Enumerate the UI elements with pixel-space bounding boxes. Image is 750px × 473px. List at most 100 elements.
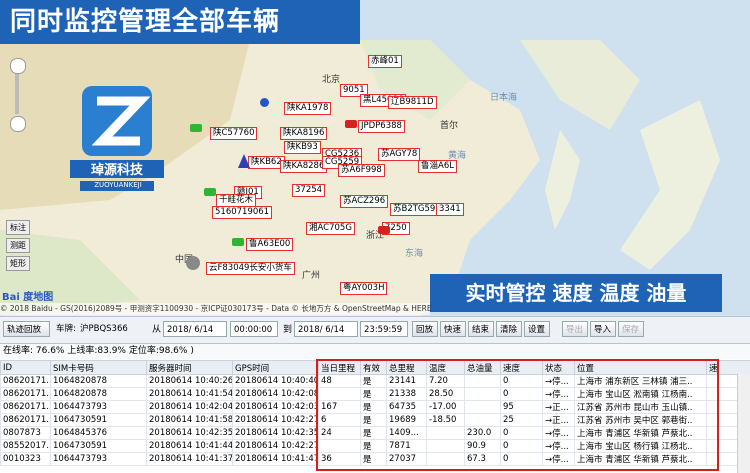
vehicle-label[interactable]: 赤峰01	[368, 55, 402, 68]
vehicle-label[interactable]: 陕KB93	[284, 141, 321, 154]
table-cell	[464, 413, 501, 427]
table-cell: 08620171...	[0, 387, 51, 401]
zoom-in-icon[interactable]	[10, 58, 26, 74]
table-cell: 20180614 10:41:54	[146, 387, 233, 401]
sea-label: 东海	[405, 249, 424, 259]
vehicle-marker-icon[interactable]	[190, 124, 202, 132]
table-cell: 20180614 10:42:08	[232, 387, 319, 401]
column-header[interactable]: 当日里程	[318, 360, 361, 375]
vehicle-label[interactable]: 陕KA8196	[280, 127, 328, 140]
vehicle-label[interactable]: JPDP6388	[358, 120, 405, 133]
table-cell	[426, 452, 465, 466]
column-header[interactable]: 总里程	[386, 360, 427, 375]
vehicle-label[interactable]: 5160719061	[212, 206, 273, 219]
column-header[interactable]: 速度	[500, 360, 543, 375]
table-cell: 1064820878	[50, 374, 147, 388]
table-cell: 20180614 10:42:04	[146, 400, 233, 414]
replay-button[interactable]: 回放	[412, 321, 438, 337]
vehicle-label[interactable]: 湘AC705G	[306, 222, 355, 235]
vehicle-label[interactable]: 鲁淄A6L	[418, 160, 457, 173]
sea-label: 日本海	[490, 93, 518, 103]
table-cell: 7871	[386, 439, 427, 453]
settings-button[interactable]: 设置	[524, 321, 550, 337]
table-cell: 上海市 青浦区 华新镇 芦蔡北..	[574, 426, 707, 440]
table-cell: 江苏省 苏州市 昆山市 玉山镇..	[574, 400, 707, 414]
table-cell: 20180614 10:42:35	[232, 426, 319, 440]
table-cell: 上海市 浦东新区 三林镇 浦三..	[574, 374, 707, 388]
vehicle-label[interactable]: 苏B2TG59	[390, 203, 439, 216]
time-to-input[interactable]: 23:59:59	[360, 321, 408, 337]
table-cell: 08620171...	[0, 400, 51, 414]
vehicle-label[interactable]: 3341	[436, 203, 464, 216]
table-row[interactable]: 0010323 1064473793 20180614 10:41:37 201806…	[0, 452, 750, 466]
table-cell: 20180614 10:42:27	[232, 439, 319, 453]
table-cell: 0	[500, 374, 543, 388]
table-row[interactable]: 08552017... 1064730591 20180614 10:41:44 20…	[0, 439, 750, 453]
export-button[interactable]: 导出	[562, 321, 588, 337]
table-row[interactable]: 08620171... 1064730591 20180614 10:41:58 20…	[0, 413, 750, 427]
table-cell: 是	[360, 374, 387, 388]
clear-button[interactable]: 清除	[496, 321, 522, 337]
import-button[interactable]: 导入	[590, 321, 616, 337]
map-tool-rect-button[interactable]: 矩形	[6, 256, 30, 271]
table-cell: 20180614 10:41:37	[146, 452, 233, 466]
zoom-out-icon[interactable]	[10, 116, 26, 132]
vehicle-marker-icon[interactable]	[345, 120, 357, 128]
vehicle-label[interactable]: 陕KA8286	[280, 160, 328, 173]
column-header[interactable]: 状态	[542, 360, 575, 375]
banner-title: 同时监控管理全部车辆	[0, 0, 360, 44]
column-header[interactable]: GPS时间	[232, 360, 319, 375]
direction-arrow-icon[interactable]	[238, 154, 250, 168]
date-from-input[interactable]: 2018/ 6/14	[163, 321, 227, 337]
vehicle-label[interactable]: 陕C57760	[210, 127, 258, 140]
vehicle-label[interactable]: 苏A6F998	[338, 164, 385, 177]
table-cell: 167	[318, 400, 361, 414]
vehicle-marker-icon[interactable]	[378, 226, 390, 234]
map-attribution: © 2018 Baidu - GS(2016)2089号 - 甲测资字11009…	[0, 303, 432, 315]
map-tool-measure-button[interactable]: 测距	[6, 238, 30, 253]
time-from-input[interactable]: 00:00:00	[230, 321, 278, 337]
column-header[interactable]: SIM卡号码	[50, 360, 147, 375]
table-row[interactable]: 08620171... 1064473793 20180614 10:42:04 20…	[0, 400, 750, 414]
track-replay-button[interactable]: 轨迹回放	[3, 321, 50, 337]
vehicle-label[interactable]: 37254	[292, 184, 326, 197]
column-header[interactable]: 速	[706, 360, 750, 375]
table-row[interactable]: 08620171... 1064820878 20180614 10:41:54 20…	[0, 387, 750, 401]
zoom-control[interactable]	[6, 58, 28, 132]
table-row[interactable]: 0807873 1064845376 20180614 10:42:35 201806…	[0, 426, 750, 440]
table-cell: 20180614 10:41:47	[232, 452, 319, 466]
vehicle-label[interactable]: 陕KA1978	[284, 102, 332, 115]
vehicle-label[interactable]: 苏ACZ296	[340, 195, 389, 208]
vehicle-label[interactable]: 辽B9811D	[388, 96, 437, 109]
table-cell: -18.50	[426, 413, 465, 427]
table-cell: 28.50	[426, 387, 465, 401]
map-tool-mark-button[interactable]: 标注	[6, 220, 30, 235]
column-header[interactable]: 总油量	[464, 360, 501, 375]
column-header[interactable]: 服务器时间	[146, 360, 233, 375]
vehicle-label[interactable]: 苏AGY78	[378, 148, 421, 161]
column-header[interactable]: 温度	[426, 360, 465, 375]
table-row[interactable]: 08620171... 1064820878 20180614 10:40:26 20…	[0, 374, 750, 388]
date-to-input[interactable]: 2018/ 6/14	[294, 321, 358, 337]
vehicle-label[interactable]: 云F83049长安小货车	[206, 262, 295, 275]
zoom-slider[interactable]	[15, 74, 19, 114]
fast-button[interactable]: 快速	[440, 321, 466, 337]
vehicle-marker-icon[interactable]	[204, 188, 216, 196]
column-header[interactable]: 有效	[360, 360, 387, 375]
vehicle-marker-icon[interactable]	[260, 98, 269, 107]
save-button[interactable]: 保存	[618, 321, 644, 337]
table-cell: 24	[318, 426, 361, 440]
map-view[interactable]: 同时监控管理全部车辆 标注 测距 矩形 琸源科技 ZUOYUANKEJI 北京 …	[0, 0, 750, 316]
logo-name: 琸源科技	[90, 163, 143, 178]
vehicle-marker-icon[interactable]	[186, 256, 200, 270]
baidu-logo: Bai 度地图	[2, 292, 54, 303]
vehicle-label[interactable]: 粤AY003H	[340, 282, 388, 295]
table-scrollbar[interactable]	[737, 374, 750, 473]
vehicle-marker-icon[interactable]	[232, 238, 244, 246]
vehicle-label[interactable]: 鲁A63E00	[246, 238, 294, 251]
end-button[interactable]: 结束	[468, 321, 494, 337]
city-label: 首尔	[440, 121, 459, 131]
column-header[interactable]: ID	[0, 360, 51, 375]
table-cell	[464, 374, 501, 388]
column-header[interactable]: 位置	[574, 360, 707, 375]
